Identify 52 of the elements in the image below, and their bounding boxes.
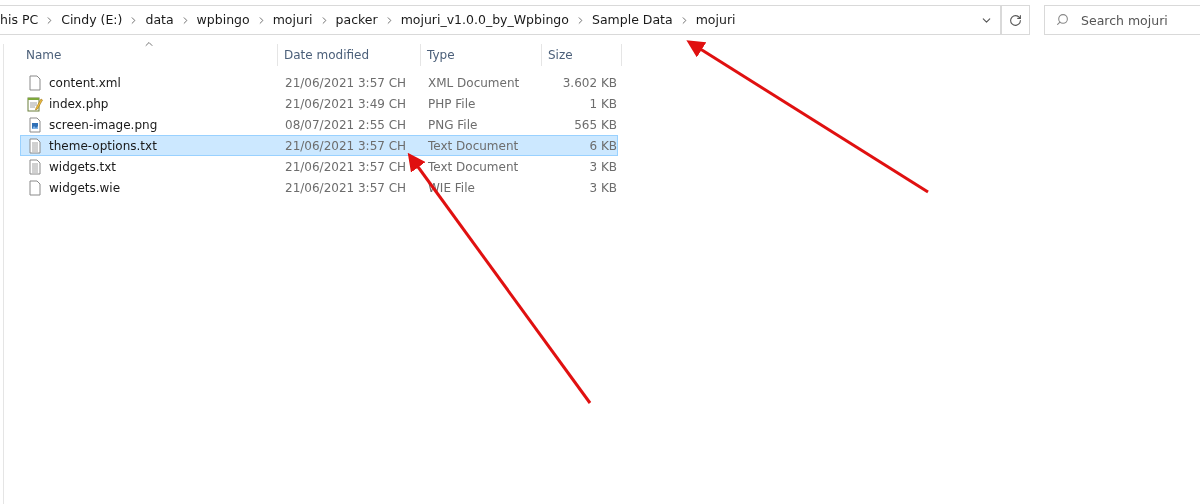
file-type: XML Document [427, 74, 521, 92]
breadcrumb[interactable]: his PC [0, 10, 39, 30]
date-modified: 21/06/2021 3:57 CH [284, 158, 408, 176]
document-icon [28, 179, 42, 196]
file-name: widgets.txt [49, 158, 117, 176]
notepad-pencil-icon [27, 95, 43, 112]
file-name: screen-image.png [49, 116, 158, 134]
file-size: 3 KB [588, 158, 617, 176]
column-header[interactable]: Date modified [278, 44, 421, 66]
search-icon [1056, 13, 1069, 26]
refresh-icon [1009, 13, 1022, 27]
file-row[interactable]: theme-options.txt 21/06/2021 3:57 CH Text Document 6 KB [20, 135, 618, 156]
file-size: 3 KB [588, 179, 617, 197]
refresh-button[interactable] [1002, 5, 1030, 35]
breadcrumb[interactable]: mojuri [695, 10, 736, 30]
file-type: PNG File [427, 116, 479, 134]
image-file-icon [28, 116, 42, 133]
address-bar[interactable]: his PC Cindy (E:) data wpbingo mojuri packer mojuri_v1.0.0_by_Wpbingo Sample Data mojuri [0, 5, 1002, 35]
breadcrumb[interactable]: mojuri [272, 10, 313, 30]
file-size: 1 KB [588, 95, 617, 113]
file-row[interactable]: screen-image.png 08/07/2021 2:55 CH PNG File 565 KB [20, 114, 618, 135]
file-size: 6 KB [588, 137, 617, 155]
file-type: Text Document [427, 158, 520, 176]
text-document-icon [28, 137, 42, 154]
file-size: 565 KB [573, 116, 617, 134]
date-modified: 21/06/2021 3:57 CH [284, 137, 408, 155]
breadcrumb[interactable]: packer [335, 10, 378, 30]
file-row[interactable]: widgets.txt 21/06/2021 3:57 CH Text Document 3 KB [20, 156, 618, 177]
file-size: 3.602 KB [561, 74, 617, 92]
search-field[interactable]: Search mojuri [1044, 5, 1200, 35]
date-modified: 08/07/2021 2:55 CH [284, 116, 408, 134]
breadcrumb[interactable]: mojuri_v1.0.0_by_Wpbingo [400, 10, 569, 30]
file-type: PHP File [427, 95, 477, 113]
document-icon [28, 74, 42, 91]
date-modified: 21/06/2021 3:49 CH [284, 95, 408, 113]
column-header[interactable]: Size [542, 44, 622, 66]
file-name: content.xml [49, 74, 121, 92]
date-modified: 21/06/2021 3:57 CH [284, 74, 408, 92]
file-name: index.php [49, 95, 109, 113]
breadcrumb[interactable]: wpbingo [196, 10, 250, 30]
file-name: theme-options.txt [49, 137, 157, 155]
breadcrumb[interactable]: Sample Data [591, 10, 673, 30]
date-modified: 21/06/2021 3:57 CH [284, 179, 408, 197]
column-header[interactable]: Type [421, 44, 542, 66]
breadcrumb[interactable]: Cindy (E:) [61, 10, 123, 30]
file-row[interactable]: index.php 21/06/2021 3:49 CH PHP File 1 KB [20, 93, 618, 114]
file-name: widgets.wie [49, 179, 121, 197]
column-header[interactable]: Name [20, 44, 278, 66]
text-document-icon [28, 158, 42, 175]
breadcrumb[interactable]: data [145, 10, 174, 30]
file-type: Text Document [427, 137, 520, 155]
file-row[interactable]: content.xml 21/06/2021 3:57 CH XML Document 3.602 KB [20, 72, 618, 93]
